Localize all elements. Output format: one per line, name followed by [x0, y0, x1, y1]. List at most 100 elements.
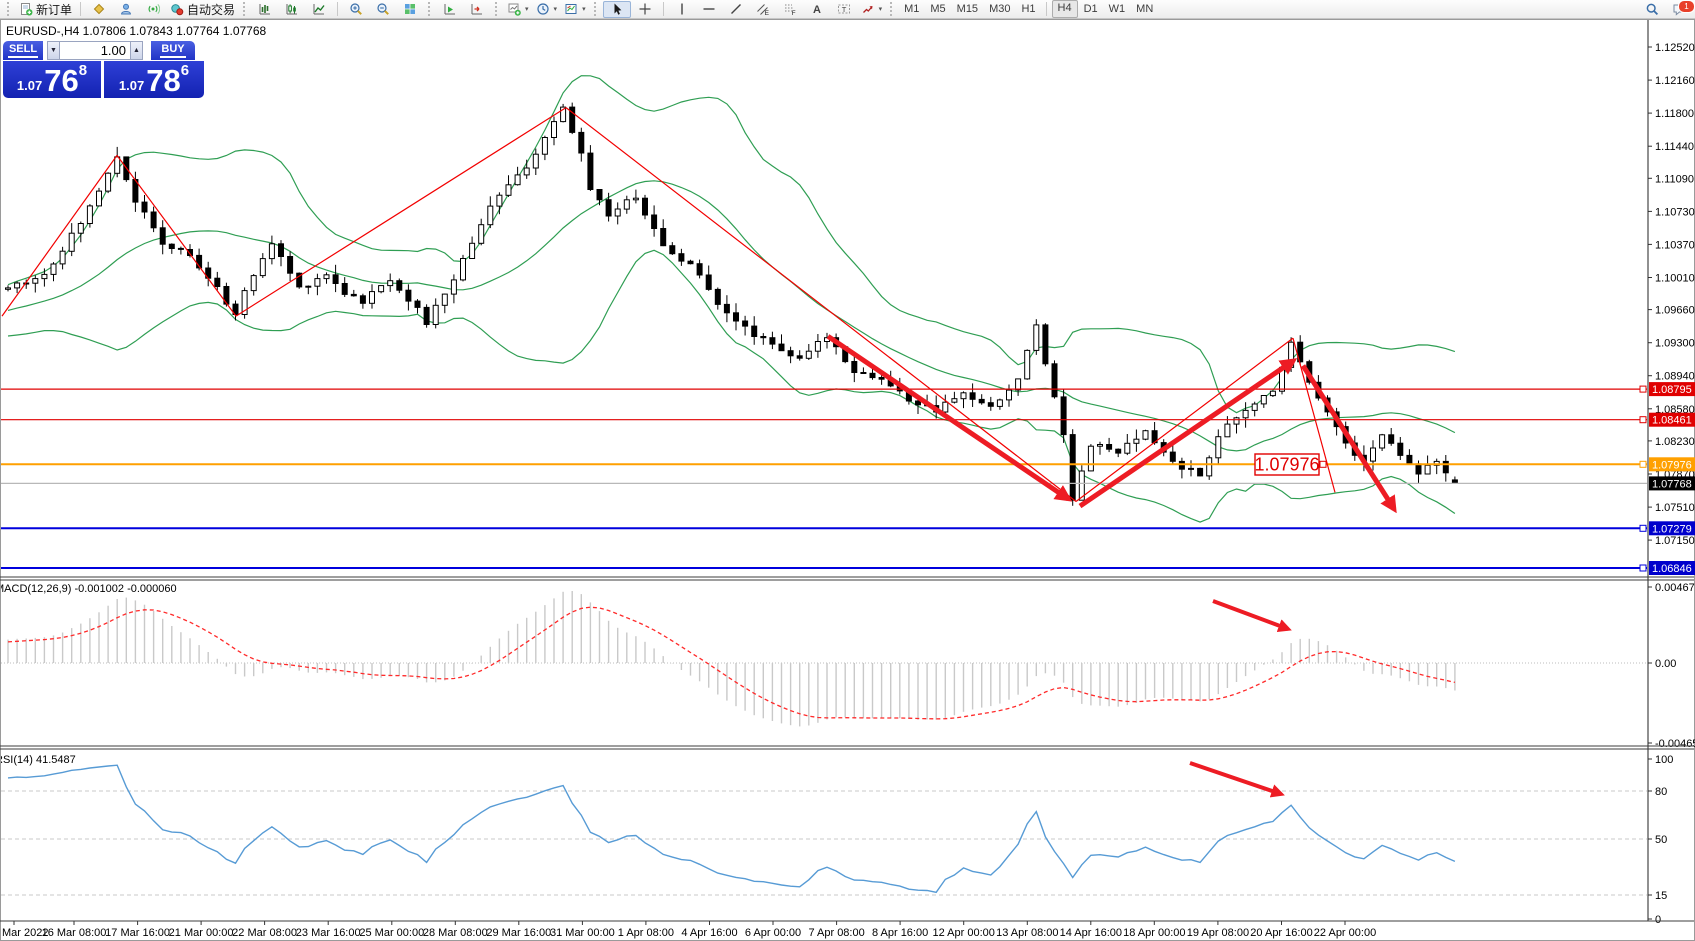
timeframe-w1[interactable]: W1 [1104, 1, 1131, 17]
svg-text:1.07279: 1.07279 [1652, 523, 1692, 535]
signals-icon [146, 2, 160, 16]
dropdown-arrow-icon: ▾ [582, 5, 586, 13]
crosshair-icon [638, 2, 652, 16]
line-chart-button[interactable] [306, 1, 332, 18]
level-handle[interactable] [1640, 565, 1646, 571]
zoom-in-icon [349, 2, 363, 16]
time-tick-label: 22 Apr 00:00 [1314, 927, 1376, 939]
level-handle[interactable] [1640, 417, 1646, 423]
new-chart-button[interactable]: ▾ [504, 1, 532, 18]
toolbar-separator [663, 2, 664, 16]
auto-scroll-button[interactable] [437, 1, 463, 18]
fibo-icon: F [783, 2, 797, 16]
buy-price[interactable]: 1.07 78 6 [104, 61, 204, 98]
time-tick-label: 16 Mar 08:00 [42, 927, 107, 939]
svg-text:1.08461: 1.08461 [1652, 415, 1692, 427]
timeframe-h4[interactable]: H4 [1052, 0, 1078, 18]
chart-shift-button[interactable] [464, 1, 490, 18]
horizontal-line-button[interactable] [696, 1, 722, 18]
buy-button[interactable]: BUY [151, 41, 195, 60]
price-tick-label: 1.10730 [1655, 206, 1695, 218]
svg-text:1.08795: 1.08795 [1652, 384, 1692, 396]
bars-chart-button[interactable] [252, 1, 278, 18]
level-handle[interactable] [1640, 386, 1646, 392]
time-tick-label: 18 Apr 00:00 [1123, 927, 1185, 939]
dropdown-arrow-icon: ▾ [879, 5, 883, 13]
timeframe-m15[interactable]: M15 [952, 1, 983, 17]
price-tick-label: 1.10370 [1655, 239, 1695, 251]
price-callout-text: 1.07976 [1254, 455, 1319, 475]
timeframe-m30[interactable]: M30 [984, 1, 1015, 17]
shapes-icon [861, 2, 875, 16]
time-tick-label: 4 Apr 16:00 [681, 927, 737, 939]
one-click-trading-panel: SELL ▼ ▲ BUY 1.07 76 8 1.07 78 6 [3, 41, 204, 98]
volume-up-stepper[interactable]: ▲ [130, 41, 143, 60]
text-button[interactable]: A [804, 1, 830, 18]
chart-canvas[interactable]: 1.079761.125201.121601.118001.114401.110… [0, 0, 1695, 941]
chart-window-frame [1, 20, 1695, 941]
community-button[interactable] [113, 1, 139, 18]
autotrade-button[interactable]: 自动交易 [167, 1, 238, 18]
main-toolbar: 新订单 自动交易 ▾ ▾ ▾ E F AT ▾ M1M5M15M30H1 H4D1W1MN 1 [0, 0, 1695, 19]
zoom-out-button[interactable] [370, 1, 396, 18]
trendline-button[interactable] [723, 1, 749, 18]
templates-button[interactable]: ▾ [561, 1, 589, 18]
toolbar-separator [1046, 2, 1047, 16]
rsi-axis-label: 100 [1655, 754, 1673, 766]
timeframe-m5[interactable]: M5 [925, 1, 950, 17]
sell-button[interactable]: SELL [3, 41, 43, 60]
vertical-line-button[interactable] [669, 1, 695, 18]
price-tick-label: 1.11440 [1655, 141, 1694, 153]
trendline-icon [729, 2, 743, 16]
timeframe-mn[interactable]: MN [1131, 1, 1158, 17]
cursor-icon [610, 2, 624, 16]
svg-text:1.07768: 1.07768 [1652, 478, 1692, 490]
templates-icon [564, 2, 578, 16]
price-tick-label: 1.12520 [1655, 42, 1695, 54]
marketplace-button[interactable] [86, 1, 112, 18]
cursor-button[interactable] [603, 1, 631, 18]
svg-text:1.06846: 1.06846 [1652, 563, 1692, 575]
timeframe-d1[interactable]: D1 [1079, 1, 1103, 17]
text-label-button[interactable]: T [831, 1, 857, 18]
timeframe-h1[interactable]: H1 [1016, 1, 1040, 17]
mt4-window: 新订单 自动交易 ▾ ▾ ▾ E F AT ▾ M1M5M15M30H1 H4D1W1MN 1 1.0… [0, 0, 1695, 941]
macd-axis-label: -0.004657 [1655, 738, 1695, 750]
shapes-button[interactable]: ▾ [858, 1, 886, 18]
volume-down-stepper[interactable]: ▼ [47, 41, 60, 60]
sell-price-small: 1.07 [17, 78, 42, 93]
timeframe-m1[interactable]: M1 [899, 1, 924, 17]
rsi-label: RSI(14) 41.5487 [0, 754, 76, 766]
buy-price-sup: 6 [181, 62, 189, 79]
notifications-button[interactable]: 1 [1666, 1, 1692, 18]
periods-button[interactable]: ▾ [533, 1, 561, 18]
svg-text:F: F [791, 10, 795, 16]
new-order-button[interactable]: 新订单 [16, 1, 75, 18]
line-chart-icon [312, 2, 326, 16]
search-button[interactable] [1639, 1, 1665, 18]
price-tick-label: 1.07150 [1655, 535, 1695, 547]
crosshair-button[interactable] [632, 1, 658, 18]
tile-windows-button[interactable] [397, 1, 423, 18]
candles-chart-button[interactable] [279, 1, 305, 18]
zoom-in-button[interactable] [343, 1, 369, 18]
level-handle[interactable] [1640, 461, 1646, 467]
time-tick-label: 14 Apr 16:00 [1060, 927, 1122, 939]
price-tick-label: 1.11800 [1655, 108, 1694, 120]
buy-price-small: 1.07 [119, 78, 144, 93]
candles-chart-icon [285, 2, 299, 16]
vline-icon [675, 2, 689, 16]
level-handle[interactable] [1640, 525, 1646, 531]
time-tick-label: 13 Apr 08:00 [996, 927, 1058, 939]
macd-label: MACD(12,26,9) -0.001002 -0.000060 [0, 583, 177, 595]
price-tick-label: 1.07510 [1655, 502, 1695, 514]
signals-button[interactable] [140, 1, 166, 18]
equidistant-channel-button[interactable]: E [750, 1, 776, 18]
time-tick-label: 17 Mar 16:00 [105, 927, 170, 939]
dropdown-arrow-icon: ▾ [554, 5, 558, 13]
fibonacci-button[interactable]: F [777, 1, 803, 18]
time-tick-label: 8 Apr 16:00 [872, 927, 928, 939]
volume-input[interactable] [60, 42, 130, 59]
sell-price[interactable]: 1.07 76 8 [3, 61, 101, 98]
tile-windows-icon [403, 2, 417, 16]
